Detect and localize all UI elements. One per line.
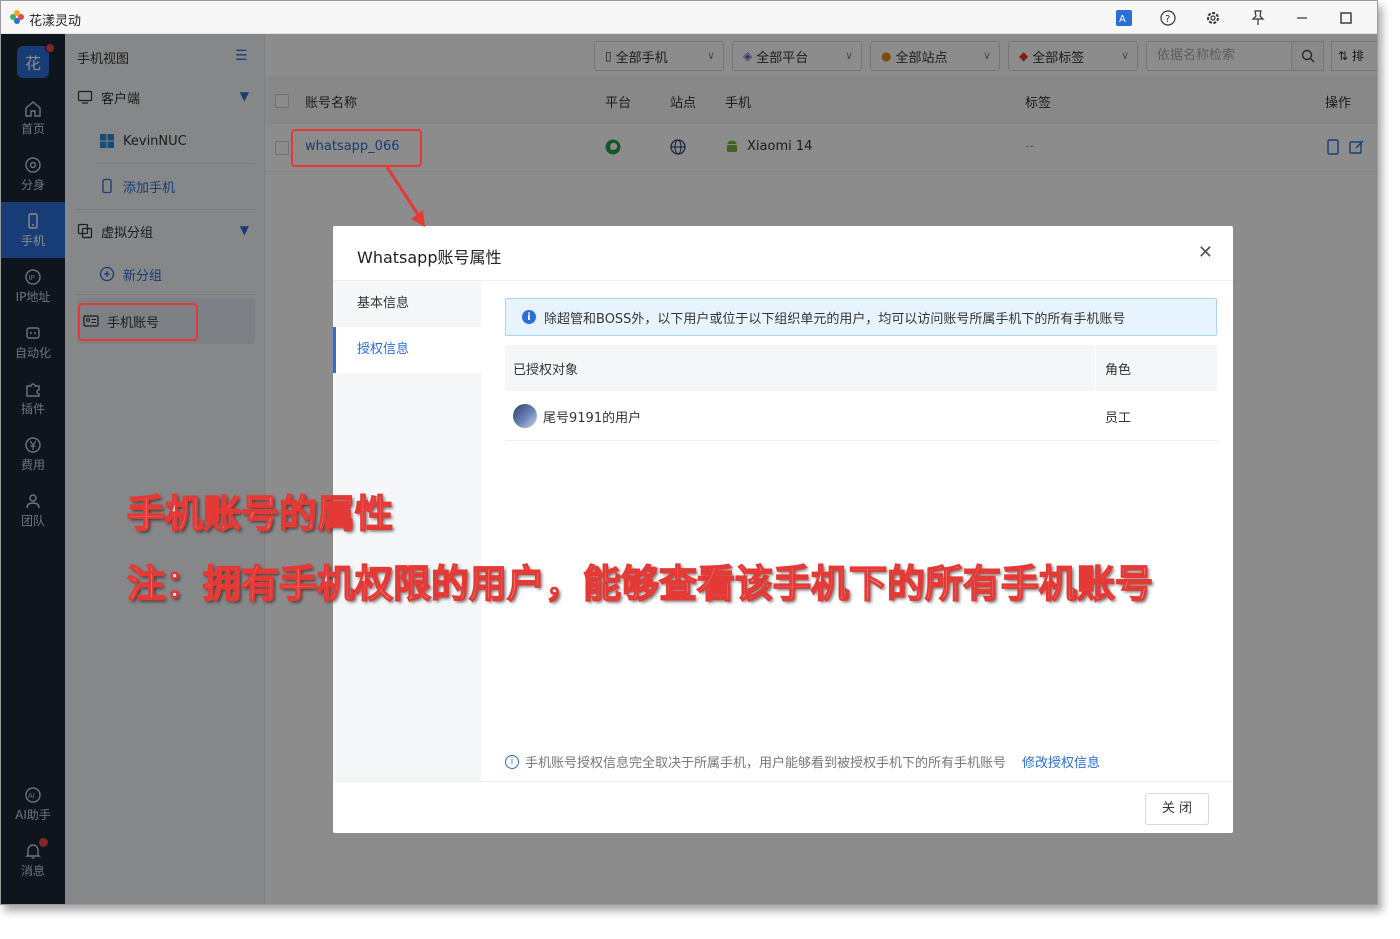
col-role: 角色 bbox=[1105, 363, 1132, 378]
annotation-title: 手机账号的属性 bbox=[126, 491, 394, 537]
close-button[interactable]: 关 闭 bbox=[1145, 793, 1209, 825]
dialog-title: Whatsapp账号属性 bbox=[357, 248, 502, 267]
svg-text:?: ? bbox=[1165, 14, 1170, 25]
tab-basic-info[interactable]: 基本信息 bbox=[333, 281, 481, 327]
avatar bbox=[513, 404, 537, 428]
translate-icon[interactable]: A bbox=[1113, 7, 1135, 29]
notice-text: 除超管和BOSS外，以下用户或位于以下组织单元的用户，均可以访问账号所属手机下的… bbox=[544, 311, 1126, 327]
info-notice: i 除超管和BOSS外，以下用户或位于以下组织单元的用户，均可以访问账号所属手机… bbox=[505, 298, 1217, 336]
footnote-text: 手机账号授权信息完全取决于所属手机，用户能够看到被授权手机下的所有手机账号 bbox=[525, 756, 1007, 771]
user-role: 员工 bbox=[1105, 411, 1132, 426]
settings-icon[interactable] bbox=[1202, 7, 1224, 29]
window-title: 花漾灵动 bbox=[29, 14, 82, 29]
col-authorized-target: 已授权对象 bbox=[513, 363, 579, 378]
dialog-footer: 关 闭 bbox=[333, 781, 1233, 833]
info-icon: i bbox=[522, 310, 536, 324]
tab-auth-info[interactable]: 授权信息 bbox=[333, 327, 481, 373]
column-divider bbox=[1095, 345, 1096, 391]
app-window: 花漾灵动 A ? 花 首页 分身 手机 IP IP地址 自动化 插件 费用 团队… bbox=[0, 0, 1378, 905]
table-row: 尾号9191的用户 员工 bbox=[505, 391, 1217, 441]
annotation-note: 注：拥有手机权限的用户，能够查看该手机下的所有手机账号 bbox=[126, 561, 1154, 607]
pin-icon[interactable] bbox=[1247, 7, 1269, 29]
help-icon[interactable]: ? bbox=[1157, 7, 1179, 29]
info-icon: i bbox=[505, 754, 519, 769]
close-icon[interactable]: ✕ bbox=[1198, 242, 1213, 263]
annotation-arrow-icon bbox=[385, 166, 425, 227]
account-properties-dialog: Whatsapp账号属性 ✕ 基本信息 授权信息 i 除超管和BOSS外，以下用… bbox=[333, 226, 1233, 833]
title-bar: 花漾灵动 A ? bbox=[1, 1, 1377, 34]
authorized-user: 尾号9191的用户 bbox=[543, 411, 642, 426]
auth-table-header: 已授权对象 角色 bbox=[505, 345, 1217, 391]
app-logo-icon bbox=[10, 10, 24, 24]
auth-footnote: i 手机账号授权信息完全取决于所属手机，用户能够看到被授权手机下的所有手机账号 … bbox=[505, 752, 1100, 771]
highlight-phone-accounts bbox=[78, 303, 198, 341]
svg-text:A: A bbox=[1119, 14, 1126, 25]
minimize-icon[interactable] bbox=[1291, 7, 1313, 29]
edit-auth-link[interactable]: 修改授权信息 bbox=[1022, 752, 1100, 771]
maximize-icon[interactable] bbox=[1335, 7, 1357, 29]
